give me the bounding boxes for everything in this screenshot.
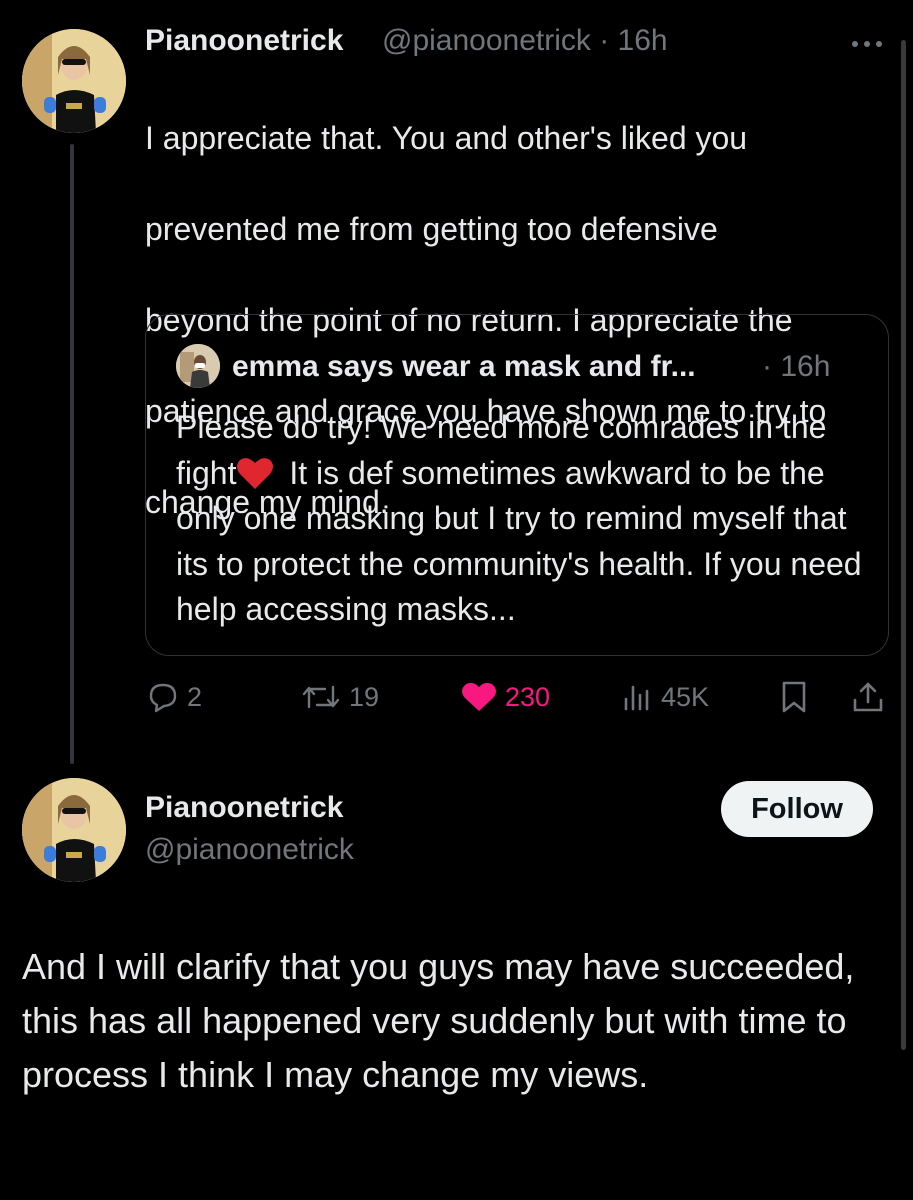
share-button[interactable] <box>851 672 885 722</box>
bookmark-button[interactable] <box>779 672 809 722</box>
like-count: 230 <box>505 681 551 712</box>
share-icon <box>853 682 883 712</box>
quoted-avatar <box>176 344 220 388</box>
tweet-text-line: prevented me from getting too defensive <box>145 210 718 247</box>
display-name[interactable]: Pianoonetrick <box>145 791 343 825</box>
quoted-time: · 16h <box>762 350 831 383</box>
quoted-display-name[interactable]: emma says wear a mask and fr... <box>232 350 696 384</box>
handle[interactable]: @pianoonetrick <box>145 833 354 867</box>
repost-button[interactable]: 19 <box>301 672 379 722</box>
bookmark-icon <box>782 681 806 713</box>
follow-button[interactable]: Follow <box>721 781 873 837</box>
thread-line <box>70 144 74 764</box>
like-button[interactable]: 230 <box>461 672 550 722</box>
tweet-text-line: I appreciate that. You and other's liked… <box>145 119 748 156</box>
views-icon <box>624 685 649 711</box>
display-name[interactable]: Pianoonetrick <box>145 24 343 58</box>
repost-icon <box>302 685 340 709</box>
like-icon <box>462 682 496 711</box>
views-button[interactable]: 45K <box>621 672 709 722</box>
reply-button[interactable]: 2 <box>147 672 202 722</box>
avatar[interactable] <box>22 29 126 133</box>
avatar[interactable] <box>22 778 126 882</box>
reply-icon <box>149 683 177 713</box>
reply-count: 2 <box>187 681 203 712</box>
scrollbar[interactable] <box>901 40 906 1050</box>
action-bar: 2 19 230 45K <box>145 672 890 722</box>
views-count: 45K <box>661 681 710 712</box>
quoted-text: Please do try! We need more comrades in … <box>176 405 876 633</box>
repost-count: 19 <box>349 681 380 712</box>
handle-time[interactable]: @pianoonetrick · 16h <box>382 24 668 58</box>
quoted-tweet[interactable]: emma says wear a mask and fr... · 16h Pl… <box>145 314 889 656</box>
more-icon[interactable] <box>852 34 892 54</box>
tweet-text: And I will clarify that you guys may hav… <box>22 946 855 1095</box>
quoted-text-part: It is def sometimes awkward to be the on… <box>176 454 862 628</box>
heart-emoji-icon <box>237 457 274 489</box>
